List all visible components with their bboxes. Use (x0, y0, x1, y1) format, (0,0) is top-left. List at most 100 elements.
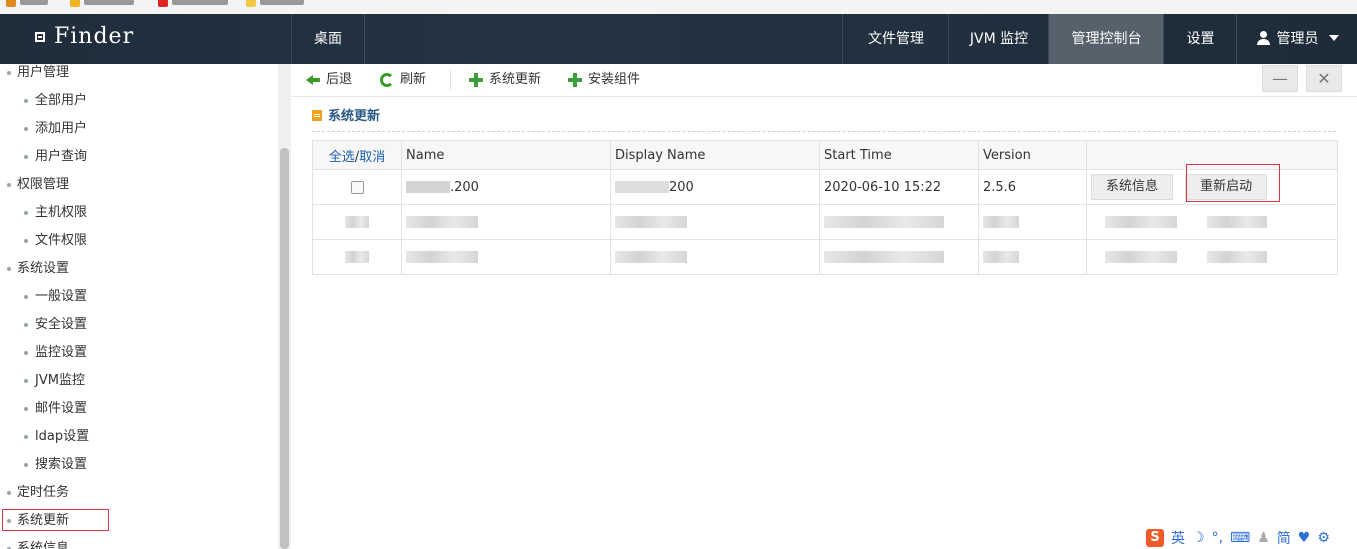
row-checkbox[interactable] (350, 180, 364, 194)
main-panel: 后退 刷新 系统更新 安装组件 — ✕ 系统更新 全选/取消 Name Disp… (291, 64, 1357, 549)
section-divider (312, 131, 1336, 132)
bookmarks-bar (0, 0, 1357, 14)
start-time-cell: 2020-06-10 15:22 (819, 169, 979, 205)
keyboard-icon[interactable]: ⌨ (1230, 530, 1250, 546)
app-logo[interactable]: Finder (0, 14, 292, 64)
bookmark-item[interactable] (158, 0, 228, 8)
sidebar-item-label: ldap设置 (35, 429, 90, 444)
redacted-text (824, 251, 944, 263)
system-update-button[interactable]: 系统更新 (469, 71, 541, 89)
display-name-cell: 200 (610, 169, 820, 205)
user-menu[interactable]: 管理员 (1236, 14, 1357, 64)
sidebar-item-label: 系统信息 (17, 541, 70, 549)
back-arrow-icon (306, 73, 320, 87)
column-header-start-time[interactable]: Start Time (819, 140, 979, 170)
minimize-button[interactable]: — (1262, 65, 1298, 92)
app-title: Finder (54, 24, 135, 49)
ime-mode-toggle[interactable]: 简 (1277, 528, 1291, 548)
nav-file-management[interactable]: 文件管理 (842, 14, 949, 64)
sidebar-item-label: 权限管理 (17, 177, 70, 192)
bullet-icon (24, 99, 28, 103)
redacted-text (615, 181, 669, 193)
sidebar-scroll-thumb[interactable] (280, 148, 289, 549)
bullet-icon (24, 239, 28, 243)
nav-jvm-monitor[interactable]: JVM 监控 (948, 14, 1049, 64)
nav-settings[interactable]: 设置 (1163, 14, 1237, 64)
document-icon (312, 110, 322, 121)
sidebar-item-label: 定时任务 (17, 485, 70, 500)
name-cell: .200 (401, 169, 611, 205)
system-update-label: 系统更新 (489, 72, 542, 87)
select-all-link[interactable]: 全选 (329, 150, 355, 165)
highlight-box (2, 509, 109, 531)
toolbar-divider (450, 70, 451, 90)
moon-icon[interactable]: ☽ (1192, 530, 1205, 546)
redacted-text (824, 216, 944, 228)
row-select-cell (312, 239, 402, 275)
ime-toolbar[interactable]: S 英 ☽ °, ⌨ ♟ 简 ♥ ⚙ (1146, 527, 1351, 549)
install-component-button[interactable]: 安装组件 (568, 71, 640, 89)
back-button[interactable]: 后退 (306, 71, 352, 89)
table-row (312, 204, 1338, 240)
bookmark-item[interactable] (6, 0, 48, 8)
ime-logo-icon: S (1146, 529, 1164, 547)
bullet-icon (24, 435, 28, 439)
bullet-icon (24, 463, 28, 467)
bullet-icon (24, 407, 28, 411)
bullet-icon (24, 155, 28, 159)
section-title-text: 系统更新 (328, 109, 381, 124)
bullet-icon (7, 491, 11, 495)
punctuation-icon[interactable]: °, (1212, 530, 1223, 546)
column-header-version[interactable]: Version (978, 140, 1087, 170)
user-icon[interactable]: ♟ (1257, 530, 1270, 546)
close-button[interactable]: ✕ (1306, 65, 1342, 92)
display-name-cell (610, 204, 820, 240)
bookmark-item[interactable] (70, 0, 134, 8)
redacted-button[interactable] (1207, 251, 1267, 263)
column-header-name[interactable]: Name (401, 140, 611, 170)
highlight-box (1186, 164, 1280, 202)
toolbar: 后退 刷新 系统更新 安装组件 — ✕ (291, 64, 1357, 97)
user-icon (1256, 31, 1270, 45)
install-component-label: 安装组件 (588, 72, 641, 87)
name-value: .200 (450, 179, 479, 195)
column-header-display-name[interactable]: Display Name (610, 140, 820, 170)
desktop-tab[interactable]: 桌面 (292, 14, 365, 64)
sidebar: 用户管理 全部用户 添加用户 用户查询 权限管理 主机权限 文件权限 系统设置 … (0, 64, 278, 549)
bookmark-item[interactable] (246, 0, 304, 8)
redacted-text (406, 251, 478, 263)
sidebar-item-label: 用户查询 (35, 149, 88, 164)
version-cell: 2.5.6 (978, 169, 1087, 205)
sidebar-item-label: 添加用户 (35, 121, 88, 136)
ime-lang-toggle[interactable]: 英 (1171, 528, 1185, 548)
display-name-value: 200 (669, 179, 694, 195)
refresh-button[interactable]: 刷新 (380, 71, 426, 89)
select-cancel-link[interactable]: 取消 (359, 150, 385, 165)
system-info-button[interactable]: 系统信息 (1091, 174, 1174, 200)
bullet-icon (24, 323, 28, 327)
redacted-button[interactable] (1105, 216, 1177, 228)
redacted-button[interactable] (1105, 251, 1177, 263)
table-header-row: 全选/取消 Name Display Name Start Time Versi… (312, 140, 1338, 170)
redacted-text (983, 216, 1019, 228)
bullet-icon (7, 71, 11, 75)
skin-icon[interactable]: ♥ (1298, 530, 1311, 546)
bullet-icon (24, 351, 28, 355)
row-select-cell (312, 169, 402, 205)
start-time-cell (819, 239, 979, 275)
display-name-cell (610, 239, 820, 275)
nav-admin-console[interactable]: 管理控制台 (1048, 14, 1164, 64)
update-table: 全选/取消 Name Display Name Start Time Versi… (312, 140, 1338, 275)
gear-icon[interactable]: ⚙ (1317, 530, 1330, 546)
refresh-label: 刷新 (400, 72, 427, 87)
redacted-button[interactable] (1207, 216, 1267, 228)
sidebar-item-label: 搜索设置 (35, 457, 88, 472)
bullet-icon (24, 379, 28, 383)
start-time-cell (819, 204, 979, 240)
plus-icon (568, 73, 582, 87)
table-row: .200 200 2020-06-10 15:22 2.5.6 系统信息 重新启… (312, 169, 1338, 205)
actions-cell (1086, 239, 1338, 275)
version-cell (978, 204, 1087, 240)
caret-down-icon (1328, 35, 1339, 41)
sidebar-item-label: 一般设置 (35, 289, 88, 304)
